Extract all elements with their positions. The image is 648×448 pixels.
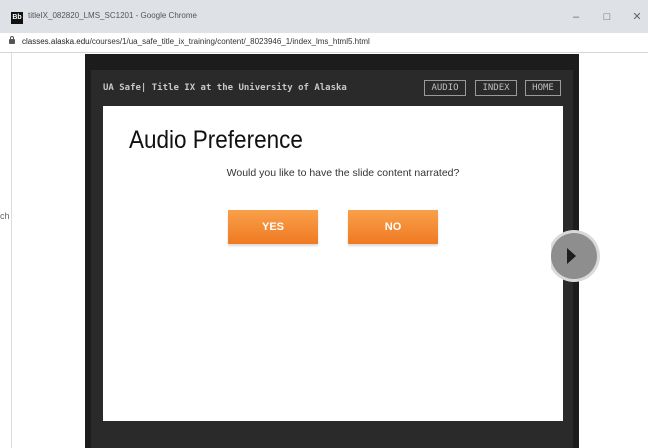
close-button[interactable]: ✕: [630, 10, 644, 24]
url-host: classes.alaska.edu: [22, 37, 90, 46]
yes-button[interactable]: YES: [228, 210, 318, 244]
course-player: UA Safe| Title IX at the University of A…: [85, 54, 579, 448]
player-frame: UA Safe| Title IX at the University of A…: [91, 70, 573, 448]
address-bar[interactable]: classes.alaska.edu/courses/1/ua_safe_tit…: [0, 33, 648, 53]
maximize-button[interactable]: □: [600, 10, 614, 24]
index-button[interactable]: INDEX: [475, 80, 517, 96]
url-text[interactable]: classes.alaska.edu/courses/1/ua_safe_tit…: [22, 37, 370, 46]
next-arrow-icon[interactable]: [551, 233, 597, 279]
home-button[interactable]: HOME: [525, 80, 561, 96]
no-button[interactable]: NO: [348, 210, 438, 244]
lock-icon[interactable]: [9, 36, 15, 44]
background-page-text: ch: [0, 211, 10, 221]
minimize-button[interactable]: –: [569, 10, 583, 24]
browser-title-bar: Bb titleIX_082820_LMS_SC1201 - Google Ch…: [0, 0, 648, 33]
slide-heading: Audio Preference: [129, 126, 303, 154]
course-title: UA Safe| Title IX at the University of A…: [103, 83, 347, 93]
slide-content: Audio Preference Would you like to have …: [103, 106, 563, 421]
slide-question: Would you like to have the slide content…: [226, 167, 460, 179]
audio-button[interactable]: AUDIO: [424, 80, 466, 96]
window-title: titleIX_082820_LMS_SC1201 - Google Chrom…: [28, 11, 197, 20]
next-arrow-container: [551, 225, 648, 287]
background-page-edge: ch: [0, 53, 12, 448]
url-path: /courses/1/ua_safe_title_ix_training/con…: [89, 37, 370, 46]
blackboard-logo-icon: Bb: [11, 12, 23, 24]
